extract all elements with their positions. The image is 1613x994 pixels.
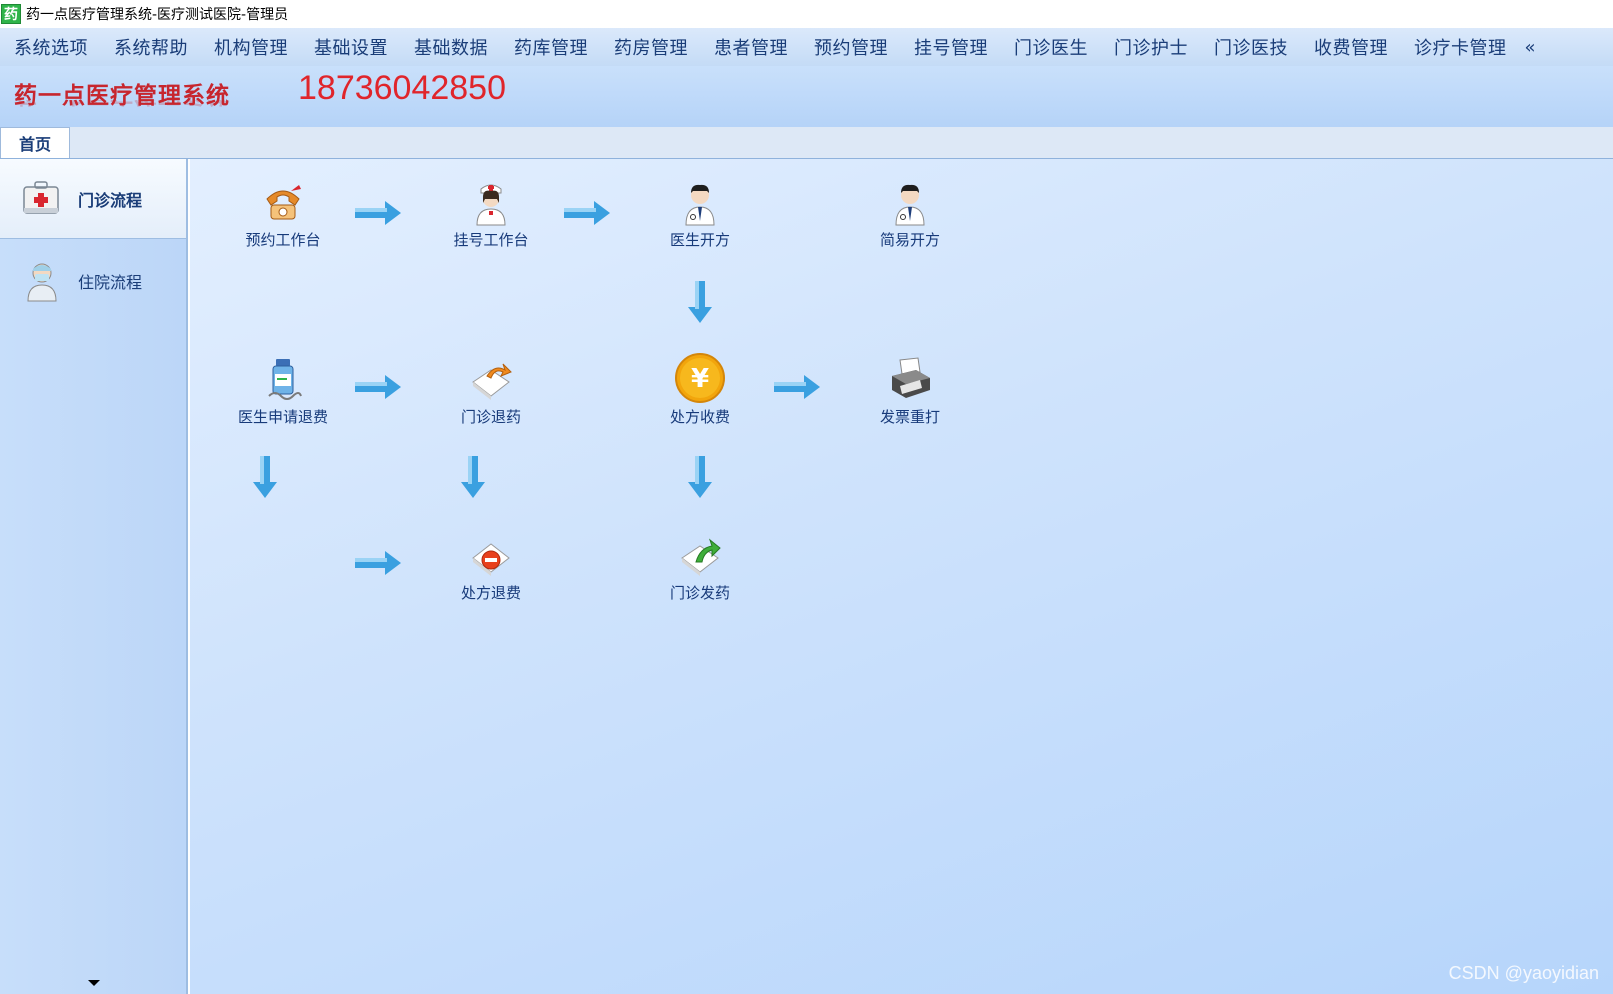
doctor-mask-icon — [27, 263, 57, 302]
flow-node-label: 处方退费 — [460, 584, 521, 602]
menu-pharmacy[interactable]: 药房管理 — [600, 34, 700, 60]
contact-phone: 18736042850 — [298, 69, 507, 107]
menu-bar: 系统选项 系统帮助 机构管理 基础设置 基础数据 药库管理 药房管理 患者管理 … — [0, 28, 1613, 66]
printer-icon — [892, 357, 930, 398]
arrow-right-icon — [564, 201, 610, 225]
sidebar: 门诊流程 住院流程 — [0, 159, 188, 994]
tab-home[interactable]: 首页 — [0, 127, 70, 158]
flow-node-label: 预约工作台 — [245, 231, 321, 249]
arrow-down-icon — [688, 281, 712, 323]
menu-appointments[interactable]: 预约管理 — [800, 34, 900, 60]
menu-overflow-icon[interactable]: « — [1519, 37, 1536, 58]
menu-card-management[interactable]: 诊疗卡管理 — [1400, 34, 1519, 60]
flow-node-simple-prescribe[interactable]: 简易开方 — [850, 179, 970, 250]
sidebar-item-inpatient-flow[interactable]: 住院流程 — [0, 241, 186, 321]
menu-system-options[interactable]: 系统选项 — [0, 34, 100, 60]
flow-node-label: 处方收费 — [669, 408, 730, 426]
title-bar: 药 药一点医疗管理系统-医疗测试医院-管理员 — [0, 0, 1613, 27]
flow-node-prescription-charge[interactable]: ¥ 处方收费 — [640, 352, 760, 427]
nurse-icon — [476, 184, 506, 226]
dispense-document-icon — [681, 538, 721, 576]
flow-node-label: 挂号工作台 — [453, 231, 529, 249]
arrow-right-icon — [774, 375, 820, 399]
arrow-right-icon — [355, 551, 401, 575]
flow-node-doctor-refund-request[interactable]: 医生申请退费 — [223, 356, 343, 427]
watermark: CSDN @yaoyidian — [1448, 963, 1599, 983]
cancel-document-icon — [472, 543, 510, 576]
return-document-icon — [472, 363, 512, 400]
menu-registration[interactable]: 挂号管理 — [900, 34, 1000, 60]
arrow-down-icon — [461, 456, 485, 498]
telephone-icon — [266, 185, 301, 220]
sidebar-item-outpatient-flow[interactable]: 门诊流程 — [0, 159, 186, 239]
menu-drug-warehouse[interactable]: 药库管理 — [500, 34, 600, 60]
menu-system-help[interactable]: 系统帮助 — [100, 34, 200, 60]
menu-basic-settings[interactable]: 基础设置 — [300, 34, 400, 60]
tab-strip: 首页 — [0, 127, 1613, 159]
scroll-down-icon[interactable] — [88, 980, 100, 986]
medical-kit-icon — [23, 180, 59, 214]
menu-billing[interactable]: 收费管理 — [1300, 34, 1400, 60]
flow-node-clinic-dispense[interactable]: 门诊发药 — [640, 532, 760, 603]
flow-node-label: 医生开方 — [669, 231, 730, 249]
flow-node-invoice-reprint[interactable]: 发票重打 — [850, 356, 970, 427]
arrow-right-icon — [355, 201, 401, 225]
arrow-down-icon — [253, 456, 277, 498]
svg-text:¥: ¥ — [691, 364, 709, 394]
arrow-down-icon — [688, 456, 712, 498]
medicine-bottle-icon — [268, 359, 302, 400]
flow-node-clinic-return-drug[interactable]: 门诊退药 — [431, 356, 551, 427]
menu-patients[interactable]: 患者管理 — [700, 34, 800, 60]
doctor-icon — [895, 184, 925, 226]
arrow-right-icon — [355, 375, 401, 399]
flow-node-label: 门诊退药 — [460, 408, 521, 426]
flow-canvas: 预约工作台 挂号工作台 医生开方 简易开方 医生申请退费 门诊退药 ¥ 处方收费… — [190, 159, 1613, 994]
brand-reflection: 药一点医疗管理系统 — [14, 100, 230, 114]
flow-node-label: 医生申请退费 — [237, 408, 328, 426]
doctor-icon — [685, 184, 715, 226]
flow-node-label: 发票重打 — [879, 408, 940, 426]
flow-node-doctor-prescribe[interactable]: 医生开方 — [640, 179, 760, 250]
menu-organization[interactable]: 机构管理 — [200, 34, 300, 60]
header-banner: 药一点医疗管理系统 药一点医疗管理系统 18736042850 — [0, 66, 1613, 127]
sidebar-item-label: 门诊流程 — [78, 190, 143, 210]
yen-coin-icon: ¥ — [675, 353, 725, 403]
menu-clinic-nurse[interactable]: 门诊护士 — [1100, 34, 1200, 60]
window-title: 药一点医疗管理系统-医疗测试医院-管理员 — [26, 6, 289, 23]
menu-clinic-technician[interactable]: 门诊医技 — [1200, 34, 1300, 60]
flow-node-prescription-refund[interactable]: 处方退费 — [431, 532, 551, 603]
sidebar-item-label: 住院流程 — [78, 273, 143, 292]
flow-node-label: 门诊发药 — [669, 584, 730, 602]
menu-clinic-doctor[interactable]: 门诊医生 — [1000, 34, 1100, 60]
flow-node-registration[interactable]: 挂号工作台 — [431, 179, 551, 250]
flow-node-appointment[interactable]: 预约工作台 — [223, 179, 343, 250]
flow-node-label: 简易开方 — [879, 231, 940, 249]
menu-basic-data[interactable]: 基础数据 — [400, 34, 500, 60]
app-icon: 药 — [1, 3, 21, 24]
